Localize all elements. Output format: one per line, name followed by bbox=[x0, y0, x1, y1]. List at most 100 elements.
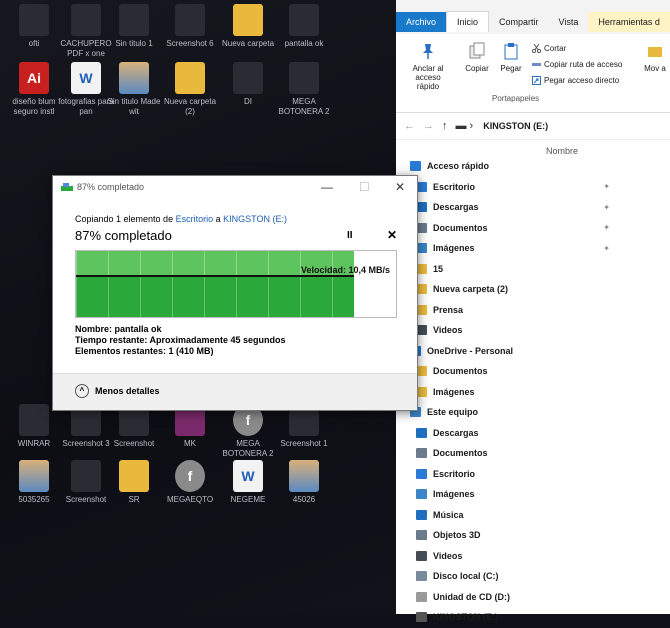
tree-item[interactable]: Escritorio bbox=[410, 464, 610, 485]
pin-icon bbox=[419, 42, 437, 60]
tree-item-label: OneDrive - Personal bbox=[427, 345, 514, 356]
back-arrow-icon[interactable]: ← bbox=[404, 120, 415, 132]
copy-path-button[interactable]: Copiar ruta de acceso bbox=[532, 60, 622, 69]
desktop-icon[interactable]: Sin titulo 1 bbox=[104, 4, 164, 49]
desktop-icon-label: Sin titulo Made wit bbox=[107, 97, 161, 116]
column-header-name[interactable]: Nombre bbox=[546, 146, 578, 156]
desktop-icon[interactable]: f MEGA BOTONERA 2 bbox=[218, 404, 278, 459]
cut-button[interactable]: Cortar bbox=[531, 43, 567, 54]
tree-item[interactable]: Descargas ✦ bbox=[410, 197, 610, 218]
tree-item[interactable]: Documentos ✦ bbox=[410, 218, 610, 239]
pin-quick-access-button[interactable]: Anclar al acceso rápido bbox=[404, 42, 452, 91]
folder-file-icon bbox=[175, 62, 205, 94]
forward-arrow-icon[interactable]: → bbox=[423, 120, 434, 132]
folder-icon bbox=[416, 591, 427, 602]
desktop-icon-label: NEGEME bbox=[230, 495, 266, 504]
copy-description: Copiando 1 elemento de Escritorio a KING… bbox=[75, 214, 287, 224]
tree-item[interactable]: 15 bbox=[410, 259, 610, 280]
paste-shortcut-button[interactable]: Pegar acceso directo bbox=[532, 76, 619, 85]
tree-item[interactable]: OneDrive - Personal bbox=[410, 341, 610, 362]
tree-item[interactable]: Este equipo bbox=[410, 402, 610, 423]
tab-compartir[interactable]: Compartir bbox=[489, 12, 549, 32]
up-arrow-icon[interactable]: ↑ bbox=[442, 120, 448, 132]
cancel-button[interactable]: ✕ bbox=[387, 228, 397, 242]
pin-icon: ✦ bbox=[603, 243, 610, 253]
tree-item[interactable]: Documentos bbox=[410, 443, 610, 464]
desktop-icon[interactable]: Sin titulo Made wit bbox=[104, 62, 164, 117]
desktop-icon[interactable]: SR bbox=[104, 460, 164, 505]
tree-item[interactable]: Objetos 3D bbox=[410, 525, 610, 546]
tree-item[interactable]: KINGSTON (E:) bbox=[410, 607, 610, 628]
transfer-speed-graph: Velocidad: 10,4 MB/s bbox=[75, 250, 397, 318]
minimize-button[interactable]: — bbox=[321, 180, 333, 194]
source-link[interactable]: Escritorio bbox=[176, 214, 214, 224]
move-label: Mov a bbox=[644, 64, 666, 73]
dark-file-icon bbox=[119, 4, 149, 36]
less-details-button[interactable]: ^ Menos detalles bbox=[75, 384, 160, 398]
tree-item[interactable]: Acceso rápido bbox=[410, 156, 610, 177]
destination-link[interactable]: KINGSTON (E:) bbox=[223, 214, 287, 224]
dialog-title: 87% completado bbox=[77, 182, 145, 192]
tree-item[interactable]: Documentos bbox=[410, 361, 610, 382]
dark-file-icon bbox=[289, 62, 319, 94]
tree-item[interactable]: Música bbox=[410, 505, 610, 526]
folder-file-icon bbox=[119, 460, 149, 492]
tree-item-label: Descargas bbox=[433, 427, 479, 438]
less-details-label: Menos detalles bbox=[95, 386, 160, 396]
cut-label: Cortar bbox=[544, 44, 567, 53]
desktop-icon[interactable]: W NEGEME bbox=[218, 460, 278, 505]
tab-vista[interactable]: Vista bbox=[549, 12, 589, 32]
img-file-icon bbox=[119, 62, 149, 94]
tree-item[interactable]: Videos bbox=[410, 320, 610, 341]
transfer-details: Nombre: pantalla ok Tiempo restante: Apr… bbox=[75, 324, 286, 357]
tree-item[interactable]: Nueva carpeta (2) bbox=[410, 279, 610, 300]
tab-herramientas[interactable]: Herramientas d bbox=[588, 12, 670, 32]
tab-archivo[interactable]: Archivo bbox=[396, 12, 447, 32]
desktop-icon[interactable]: ofti bbox=[4, 4, 64, 49]
desktop-icon-label: DI bbox=[244, 97, 252, 106]
tree-item[interactable]: Imágenes bbox=[410, 484, 610, 505]
tree-item[interactable]: Unidad de CD (D:) bbox=[410, 587, 610, 608]
tree-item-label: Imágenes bbox=[433, 243, 475, 254]
desktop-icon[interactable]: pantalla ok bbox=[274, 4, 334, 49]
tree-item[interactable]: Prensa bbox=[410, 300, 610, 321]
desktop-icon[interactable]: MEGA BOTONERA 2 bbox=[274, 62, 334, 117]
file-name-line: Nombre: pantalla ok bbox=[75, 324, 162, 334]
desktop-icon[interactable]: Nueva carpeta bbox=[218, 4, 278, 49]
paste-button[interactable]: Pegar bbox=[496, 42, 526, 73]
pause-button[interactable]: II bbox=[347, 230, 353, 241]
dark-file-icon bbox=[175, 4, 205, 36]
desktop-icon[interactable]: 5035265 bbox=[4, 460, 64, 505]
close-button[interactable]: ✕ bbox=[395, 180, 405, 194]
desktop-icon-label: 5035265 bbox=[18, 495, 50, 504]
drive-icon: ▬ › bbox=[455, 120, 474, 132]
desktop-icon[interactable]: f MEGAEQTO bbox=[160, 460, 220, 505]
copy-icon bbox=[468, 42, 486, 60]
tree-item[interactable]: Videos bbox=[410, 546, 610, 567]
desktop-icon-label: Sin titulo 1 bbox=[115, 39, 153, 48]
folder-icon bbox=[416, 468, 427, 479]
pin-icon: ✦ bbox=[603, 182, 610, 192]
desktop-icon[interactable]: Nueva carpeta (2) bbox=[160, 62, 220, 117]
desktop-icon[interactable]: 45026 bbox=[274, 460, 334, 505]
tree-item[interactable]: Descargas bbox=[410, 423, 610, 444]
desktop-icon[interactable]: DI bbox=[218, 62, 278, 107]
folder-icon bbox=[416, 509, 427, 520]
move-to-button[interactable]: Mov a bbox=[640, 42, 670, 73]
tree-item-label: Objetos 3D bbox=[433, 530, 481, 541]
tree-item[interactable]: Imágenes bbox=[410, 382, 610, 403]
tree-item-label: Disco local (C:) bbox=[433, 571, 499, 582]
address-bar[interactable]: ← → ↑ ▬ › KINGSTON (E:) bbox=[396, 113, 670, 140]
tab-inicio[interactable]: Inicio bbox=[446, 11, 490, 32]
desktop-icon[interactable]: Screenshot 6 bbox=[160, 4, 220, 49]
tree-item[interactable]: Imágenes ✦ bbox=[410, 238, 610, 259]
tree-item-label: Documentos bbox=[433, 448, 488, 459]
shortcut-icon bbox=[532, 76, 541, 85]
tree-item[interactable]: Disco local (C:) bbox=[410, 566, 610, 587]
desktop-icon-label: diseño blum seguro instl bbox=[12, 97, 56, 116]
maximize-button[interactable]: ☐ bbox=[359, 180, 370, 194]
tree-item-label: Videos bbox=[433, 550, 463, 561]
copy-button[interactable]: Copiar bbox=[462, 42, 492, 73]
desktop-icon[interactable]: Ai diseño blum seguro instl bbox=[4, 62, 64, 117]
tree-item[interactable]: Escritorio ✦ bbox=[410, 177, 610, 198]
